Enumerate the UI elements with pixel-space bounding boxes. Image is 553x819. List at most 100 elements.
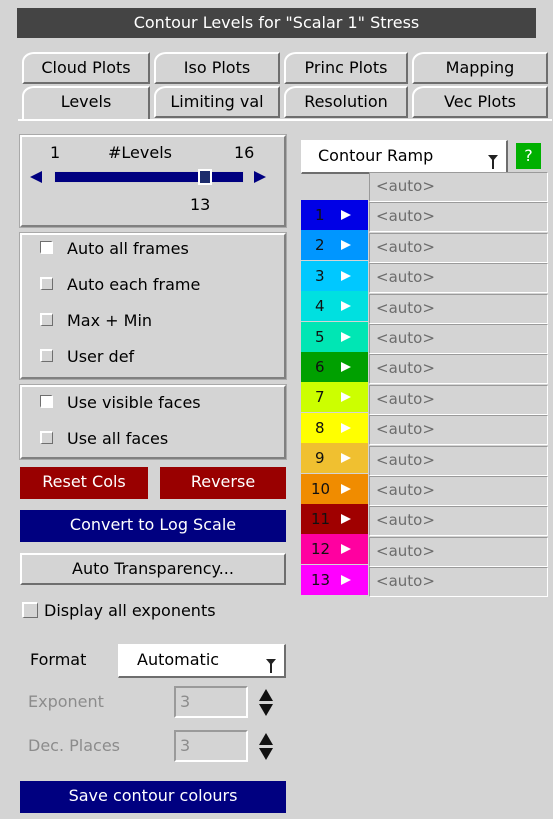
slider-thumb[interactable] — [198, 169, 212, 185]
option-label: Use visible faces — [67, 393, 201, 412]
flag-icon[interactable] — [341, 240, 351, 251]
option-use-all-faces[interactable]: Use all faces — [40, 421, 168, 457]
tab-resolution[interactable]: Resolution — [284, 86, 408, 118]
level-value-cell[interactable]: <auto> — [369, 263, 548, 294]
save-contour-colours-button[interactable]: Save contour colours — [20, 781, 286, 813]
level-colour-swatch[interactable]: 1 — [301, 200, 368, 230]
option-auto-each-frame[interactable]: Auto each frame — [40, 267, 200, 303]
radio-indicator[interactable] — [40, 313, 53, 326]
flag-icon[interactable] — [341, 362, 351, 372]
tab-cloud-plots[interactable]: Cloud Plots — [22, 52, 150, 84]
level-colour-swatch[interactable]: 7 — [301, 382, 368, 413]
tab-divider — [18, 119, 552, 121]
stepper-up-icon[interactable] — [259, 689, 273, 701]
format-dropdown[interactable]: Automatic — [118, 644, 286, 678]
flag-icon[interactable] — [341, 331, 351, 342]
slider-left-arrow-icon[interactable] — [30, 171, 42, 183]
level-colour-swatch[interactable]: 8 — [301, 412, 368, 443]
reset-cols-button[interactable]: Reset Cols — [20, 467, 148, 499]
reverse-button[interactable]: Reverse — [160, 467, 286, 499]
level-value-cell[interactable]: <auto> — [369, 506, 548, 537]
level-colour-swatch[interactable]: 13 — [301, 564, 368, 595]
option-label: Auto all frames — [67, 239, 189, 258]
checkbox-indicator[interactable] — [22, 601, 38, 618]
level-colour-swatch[interactable]: 10 — [301, 473, 368, 504]
level-colour-swatch[interactable]: 11 — [301, 504, 368, 534]
level-colour-swatch[interactable]: 5 — [301, 321, 368, 352]
level-value-cell[interactable]: <auto> — [369, 232, 548, 263]
dec-places-label: Dec. Places — [28, 736, 121, 755]
option-label: Max + Min — [67, 311, 153, 330]
convert-log-scale-button[interactable]: Convert to Log Scale — [20, 510, 286, 542]
level-number: 13 — [311, 570, 331, 589]
flag-icon[interactable] — [341, 270, 351, 281]
flag-icon[interactable] — [341, 544, 351, 555]
option-auto-all-frames[interactable]: Auto all frames — [40, 231, 189, 267]
level-value-cell[interactable]: <auto> — [369, 172, 548, 202]
flag-icon[interactable] — [341, 514, 351, 524]
level-colour-swatch[interactable]: 12 — [301, 534, 368, 565]
radio-indicator[interactable] — [40, 277, 53, 290]
dec-places-stepper[interactable] — [256, 730, 276, 764]
flag-icon[interactable] — [341, 210, 351, 220]
flag-icon[interactable] — [341, 301, 351, 312]
flag-icon[interactable] — [341, 453, 351, 464]
slider-right-arrow-icon[interactable] — [254, 171, 266, 183]
stepper-down-icon[interactable] — [259, 704, 273, 716]
tab-princ-plots[interactable]: Princ Plots — [284, 52, 408, 84]
option-user-def[interactable]: User def — [40, 339, 134, 375]
help-button[interactable]: ? — [516, 143, 541, 169]
level-value-cell[interactable]: <auto> — [369, 293, 548, 324]
panel-title: Contour Levels for "Scalar 1" Stress — [17, 8, 536, 38]
level-number: 5 — [315, 327, 325, 346]
option-max-min[interactable]: Max + Min — [40, 303, 152, 339]
contour-ramp-dropdown[interactable]: Contour Ramp — [301, 140, 508, 174]
stepper-up-icon[interactable] — [259, 733, 273, 745]
level-value-cell[interactable]: <auto> — [369, 476, 548, 506]
level-value-cell[interactable]: <auto> — [369, 324, 548, 354]
level-colour-swatch[interactable]: 9 — [301, 443, 368, 474]
dec-places-field[interactable]: 3 — [174, 730, 248, 762]
exponent-stepper[interactable] — [256, 686, 276, 720]
flag-icon[interactable] — [341, 483, 351, 494]
face-mode-group: Use visible faces Use all faces — [19, 384, 287, 460]
level-colour-swatch[interactable]: 3 — [301, 260, 368, 291]
flag-icon[interactable] — [341, 574, 351, 585]
radio-indicator[interactable] — [40, 431, 53, 444]
level-value-cell[interactable]: <auto> — [369, 445, 548, 476]
radio-indicator[interactable] — [40, 395, 53, 408]
level-value-cell[interactable]: <auto> — [369, 384, 548, 415]
level-colour-swatch[interactable]: 6 — [301, 352, 368, 382]
level-value-cell[interactable]: <auto> — [369, 536, 548, 567]
option-label: User def — [67, 347, 135, 366]
exponent-field[interactable]: 3 — [174, 686, 248, 718]
flag-icon[interactable] — [341, 392, 351, 403]
option-use-visible-faces[interactable]: Use visible faces — [40, 385, 201, 421]
stepper-down-icon[interactable] — [259, 748, 273, 760]
auto-transparency-button[interactable]: Auto Transparency... — [20, 553, 286, 585]
level-value-cell[interactable]: <auto> — [369, 202, 548, 233]
format-label: Format — [30, 650, 87, 669]
slider-track[interactable] — [54, 171, 244, 183]
level-colour-swatch[interactable]: 2 — [301, 230, 368, 261]
flag-icon[interactable] — [341, 422, 351, 433]
level-number: 7 — [315, 388, 325, 407]
exponent-label: Exponent — [28, 692, 104, 711]
chevron-down-icon — [266, 659, 276, 673]
tab-limiting-val[interactable]: Limiting val — [154, 86, 280, 118]
display-exponents-toggle[interactable]: Display all exponents — [22, 598, 216, 624]
tab-vec-plots[interactable]: Vec Plots — [412, 86, 548, 118]
level-number: 3 — [315, 266, 325, 285]
level-number: 4 — [315, 297, 325, 316]
level-value-cell[interactable]: <auto> — [369, 354, 548, 385]
tab-levels[interactable]: Levels — [22, 86, 150, 120]
level-number: 10 — [311, 479, 331, 498]
slider-min-label: 1 — [50, 143, 61, 162]
level-colour-swatch[interactable]: 4 — [301, 291, 368, 322]
radio-indicator[interactable] — [40, 241, 53, 254]
tab-iso-plots[interactable]: Iso Plots — [154, 52, 280, 84]
level-value-cell[interactable]: <auto> — [369, 415, 548, 446]
radio-indicator[interactable] — [40, 349, 53, 362]
level-value-cell[interactable]: <auto> — [369, 567, 548, 598]
tab-mapping[interactable]: Mapping — [412, 52, 548, 84]
